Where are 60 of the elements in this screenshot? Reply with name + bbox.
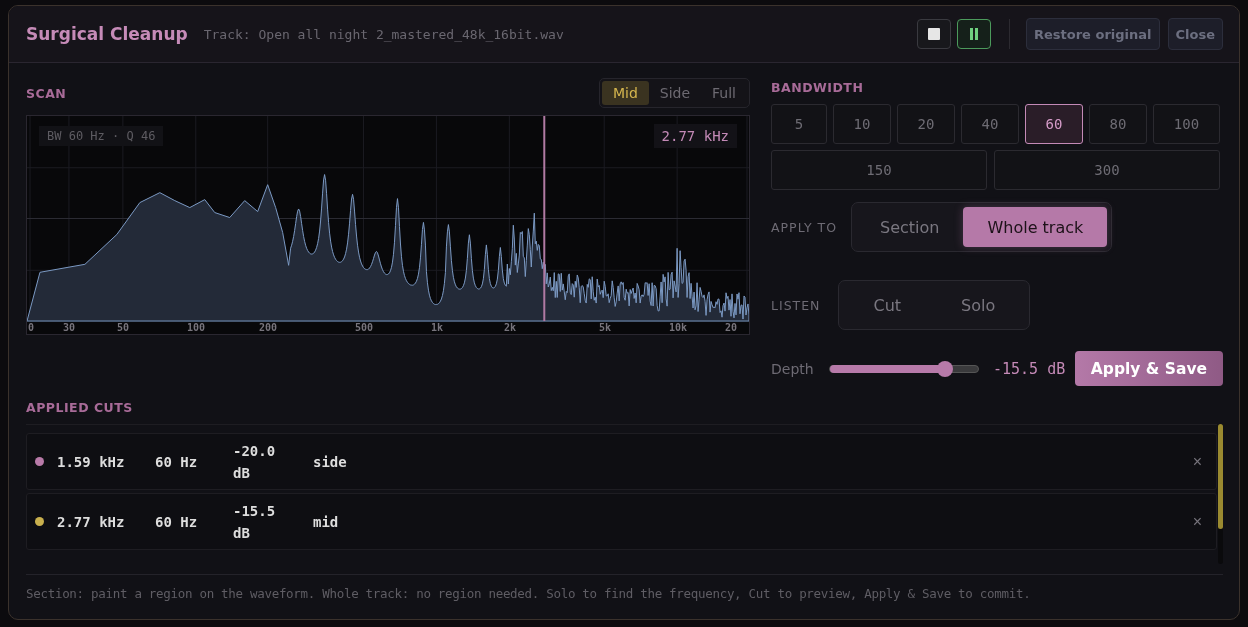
bandwidth-option[interactable]: 10 xyxy=(833,104,891,144)
depth-reading: -15.5 dB xyxy=(993,359,1066,378)
apply-save-button[interactable]: Apply & Save xyxy=(1074,351,1223,386)
help-text: Section: paint a region on the waveform. Whole track: no region needed. Solo to find the frequency, Cut to preview, Apply & Save to commit. xyxy=(26,574,1223,601)
axis-label: 100 xyxy=(186,322,206,334)
remove-button[interactable]: × xyxy=(1192,512,1202,531)
section-label: SCAN xyxy=(26,85,67,101)
cut-bandwidth: 60 Hz xyxy=(155,512,199,532)
bandwidth-option[interactable]: 40 xyxy=(961,104,1019,144)
track-name: Track: Open all night 2_mastered_48k_16bit.wav xyxy=(203,26,564,42)
axis-label: 1k xyxy=(431,322,443,334)
bandwidth-option[interactable]: 150 xyxy=(771,150,987,190)
axis-label: 2k xyxy=(504,322,516,334)
axis-label: 50 xyxy=(117,322,129,334)
depth-label: Depth xyxy=(771,360,815,377)
axis-label: 10k xyxy=(668,322,688,334)
section-label: BANDWIDTH xyxy=(771,80,865,95)
apply-to-label: APPLY TO xyxy=(771,219,837,235)
scrollbar-thumb[interactable] xyxy=(1218,424,1223,529)
restore-button[interactable]: Restore original xyxy=(1026,18,1160,50)
stop-icon xyxy=(928,28,940,40)
section-label: APPLIED CUTS xyxy=(26,400,134,415)
cut-gain: -20.0 dB xyxy=(233,441,277,483)
cut-bandwidth: 60 Hz xyxy=(155,452,199,472)
listen-label: LISTEN xyxy=(771,297,821,313)
axis-label: 500 xyxy=(354,322,374,334)
bandwidth-option[interactable]: 60 xyxy=(1025,104,1083,144)
axis-label: 200 xyxy=(258,322,278,334)
window-title: Surgical Cleanup xyxy=(26,24,188,44)
bandwidth-option[interactable]: 100 xyxy=(1153,104,1220,144)
frequency-cursor[interactable] xyxy=(543,116,546,322)
close-button[interactable]: Close xyxy=(1167,18,1223,50)
axis-label: 30 xyxy=(63,322,75,334)
pause-button[interactable] xyxy=(957,19,991,49)
cut-channel: side xyxy=(313,452,347,472)
axis-label: 0 xyxy=(28,322,35,334)
scrollbar[interactable] xyxy=(1218,424,1223,564)
stop-button[interactable] xyxy=(917,19,951,49)
bandwidth-option[interactable]: 80 xyxy=(1089,104,1147,144)
cut-gain: -15.5 dB xyxy=(233,501,277,543)
bandwidth-option[interactable]: 20 xyxy=(897,104,955,144)
listen-option[interactable]: Solo xyxy=(931,285,1026,325)
listen-option[interactable]: Cut xyxy=(843,285,932,325)
bandwidth-option[interactable]: 5 xyxy=(771,104,827,144)
frequency-readout: 2.77 kHz xyxy=(653,124,737,148)
channel-tab[interactable]: Mid xyxy=(601,81,649,105)
apply-to-option[interactable]: Section xyxy=(856,207,964,247)
channel-tab[interactable]: Side xyxy=(648,81,702,105)
axis-label: 5k xyxy=(599,322,611,334)
pause-icon xyxy=(969,28,979,40)
channel-tab[interactable]: Full xyxy=(701,81,747,105)
axis-label: 20 xyxy=(724,322,737,334)
apply-to-option[interactable]: Whole track xyxy=(963,207,1108,247)
filter-info: BW 60 Hz · Q 46 xyxy=(39,126,164,146)
bandwidth-option[interactable]: 300 xyxy=(994,150,1220,190)
remove-button[interactable]: × xyxy=(1192,452,1202,471)
cut-channel: mid xyxy=(313,512,339,532)
slider-thumb[interactable] xyxy=(937,360,954,377)
cut-frequency: 2.77 kHz xyxy=(57,512,126,532)
cut-frequency: 1.59 kHz xyxy=(57,452,126,472)
